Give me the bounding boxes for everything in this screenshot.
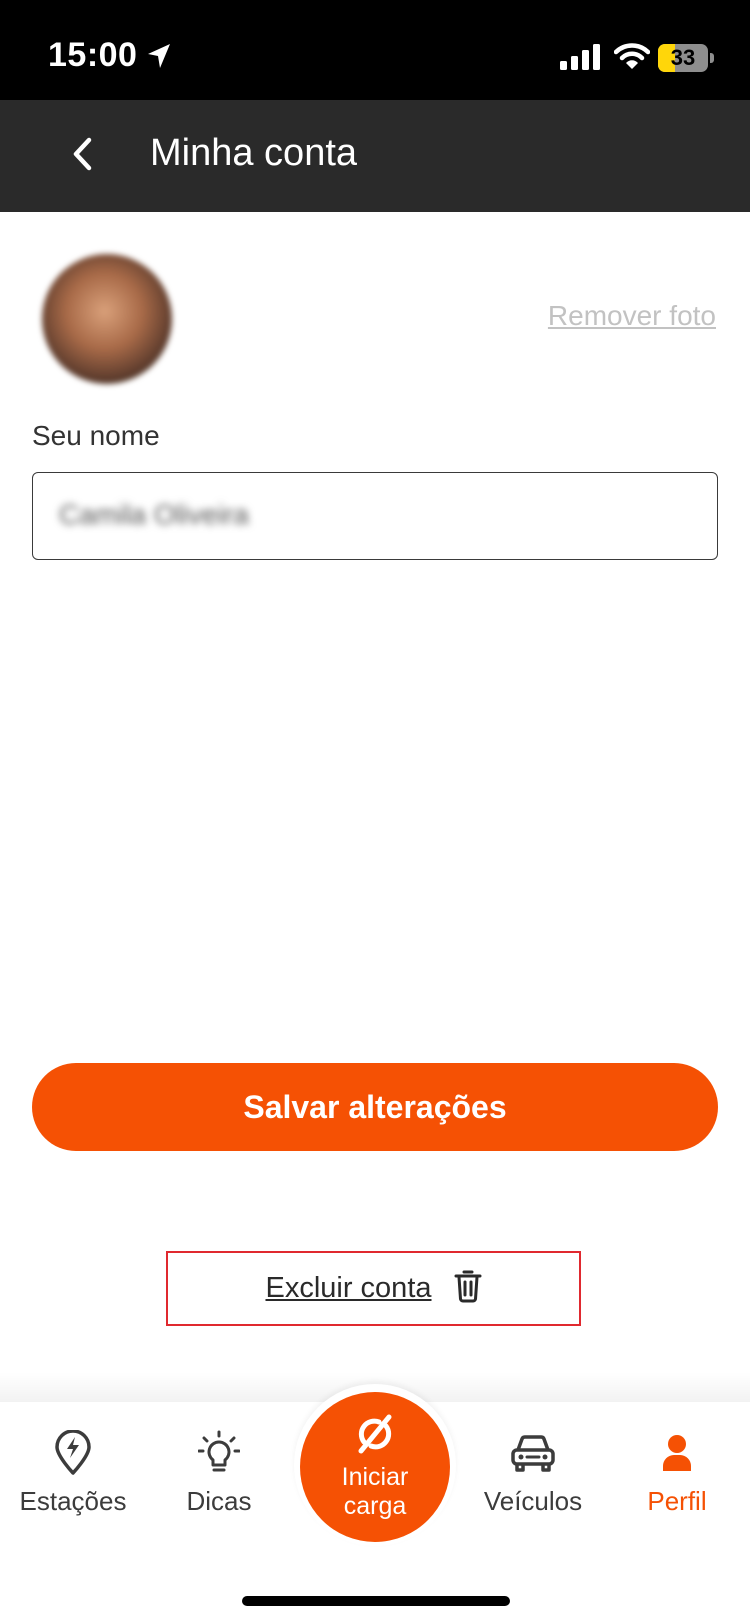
person-icon	[661, 1430, 693, 1476]
name-input[interactable]: Camila Oliveira	[32, 472, 718, 560]
status-bar: 15:00 33	[0, 0, 750, 100]
tab-label: Veículos	[483, 1486, 583, 1516]
nav-header: Minha conta	[0, 100, 750, 212]
map-pin-bolt-icon	[53, 1430, 93, 1476]
battery-icon: 33	[658, 44, 708, 72]
battery-percentage: 33	[670, 45, 696, 70]
name-field-label: Seu nome	[32, 420, 160, 451]
back-button[interactable]	[52, 126, 112, 186]
tab-label: Dicas	[186, 1486, 252, 1516]
tab-estacoes[interactable]: Estações	[0, 1430, 146, 1517]
tab-label: Estações	[19, 1486, 127, 1516]
tab-label: Perfil	[647, 1486, 707, 1516]
location-arrow-icon	[146, 42, 172, 75]
tab-perfil[interactable]: Perfil	[604, 1430, 750, 1517]
tab-veiculos[interactable]: Veículos	[460, 1430, 606, 1517]
lightbulb-icon	[198, 1430, 240, 1476]
battery-tip	[710, 53, 714, 63]
name-input-value: Camila Oliveira	[59, 499, 249, 530]
trash-icon	[454, 1269, 482, 1308]
app-screen: 15:00 33 Minha conta Remover foto Seu no…	[0, 0, 750, 1624]
wifi-icon	[613, 42, 651, 75]
avatar[interactable]	[42, 254, 172, 384]
status-time: 15:00	[48, 36, 138, 74]
home-indicator	[242, 1596, 510, 1606]
tab-dicas[interactable]: Dicas	[146, 1430, 292, 1517]
save-changes-button[interactable]: Salvar alterações	[32, 1063, 718, 1151]
delete-account-button[interactable]: Excluir conta	[166, 1251, 581, 1326]
page-title: Minha conta	[150, 132, 358, 174]
chevron-left-icon	[70, 136, 94, 177]
delete-account-label: Excluir conta	[265, 1272, 432, 1304]
start-charge-button[interactable]: Iniciar carga	[300, 1392, 450, 1542]
remove-photo-link[interactable]: Remover foto	[548, 300, 716, 332]
charge-slash-icon	[353, 1414, 397, 1459]
car-icon	[509, 1430, 557, 1476]
start-charge-label: Iniciar carga	[341, 1462, 409, 1520]
cellular-signal-icon	[560, 44, 602, 75]
